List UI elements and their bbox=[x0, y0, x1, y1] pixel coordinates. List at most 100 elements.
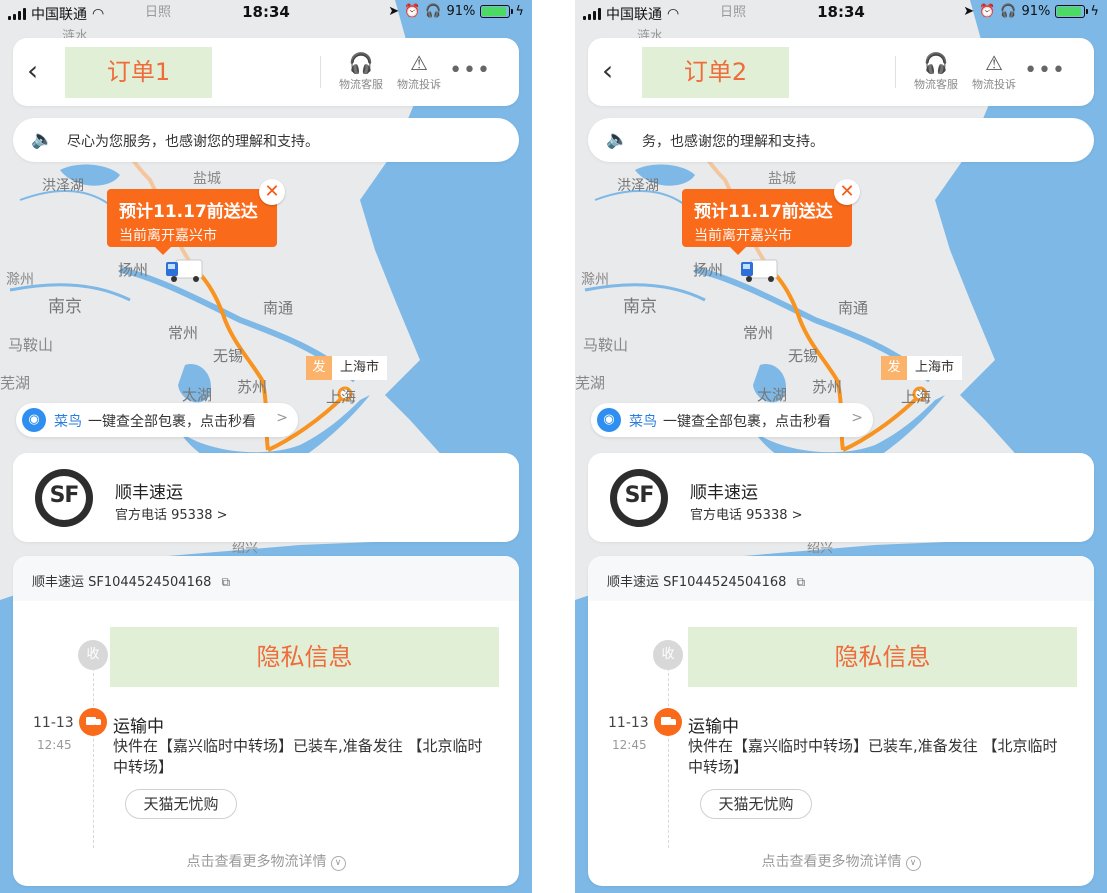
page-title: 订单1 bbox=[65, 47, 212, 98]
eta-date: 预计11.17前送达 bbox=[694, 202, 833, 222]
chevron-left-icon: ‹ bbox=[27, 54, 39, 87]
map-label-wuxi: 无锡 bbox=[213, 348, 243, 365]
cainiao-text: 一键查全部包裹，点击秒看 bbox=[663, 414, 831, 430]
event-status: 运输中 bbox=[688, 717, 739, 737]
map-label-hongzehu: 洪泽湖 bbox=[617, 177, 659, 193]
courier-phone-link[interactable]: 官方电话 95338 > bbox=[690, 504, 803, 523]
phone-screen-order-2: 盐城 洪泽湖 扬州 滁州 南京 南通 常州 马鞍山 无锡 芜湖 太湖 苏州 上海… bbox=[575, 0, 1107, 893]
event-description: 快件在【嘉兴临时中转场】已装车,准备发往 【北京临时中转场】 bbox=[113, 737, 483, 776]
map-label-suzhou: 苏州 bbox=[812, 379, 842, 396]
map-label-suzhou: 苏州 bbox=[237, 379, 267, 396]
logistics-support-label: 物流客服 bbox=[339, 78, 383, 91]
cainiao-banner[interactable]: ◉ 菜鸟 一键查全部包裹，点击秒看 > bbox=[16, 403, 298, 437]
eta-location: 当前离开嘉兴市 bbox=[694, 228, 792, 244]
cainiao-logo-icon: ◉ bbox=[22, 408, 46, 432]
tracking-header: 顺丰速运 SF1044524504168 ⧉ bbox=[588, 556, 1094, 601]
headphones-icon: 🎧 bbox=[1000, 4, 1017, 19]
logistics-support-button[interactable]: 🎧 物流客服 bbox=[333, 50, 389, 92]
origin-city: 上海市 bbox=[907, 356, 963, 380]
logistics-complaint-button[interactable]: ⚠ 物流投诉 bbox=[391, 50, 447, 92]
logistics-complaint-label: 物流投诉 bbox=[397, 78, 441, 91]
status-bar: 中国联通 ◠ 18:34 ➤ ⏰ 🎧 91% ϟ bbox=[575, 0, 1107, 26]
map-label-maanshan: 马鞍山 bbox=[8, 337, 53, 354]
copy-icon[interactable]: ⧉ bbox=[222, 575, 231, 590]
eta-date: 预计11.17前送达 bbox=[119, 202, 258, 222]
map-label-maanshan: 马鞍山 bbox=[583, 337, 628, 354]
tracking-number: 顺丰速运 SF1044524504168 bbox=[607, 575, 787, 590]
map-label-nantong: 南通 bbox=[263, 300, 293, 317]
notice-text: 务，也感谢您的理解和支持。 bbox=[642, 134, 824, 150]
event-time: 12:45 bbox=[37, 738, 72, 752]
chevron-down-icon: ∨ bbox=[330, 856, 346, 871]
map-label-changzhou: 常州 bbox=[743, 325, 773, 342]
header-bar: ‹ 订单1 🎧 物流客服 ⚠ 物流投诉 ••• bbox=[13, 38, 519, 106]
more-button[interactable]: ••• bbox=[449, 58, 491, 83]
battery-icon bbox=[480, 5, 514, 18]
courier-card[interactable]: SF 顺丰速运 官方电话 95338 > bbox=[13, 453, 519, 542]
event-status: 运输中 bbox=[113, 717, 164, 737]
header-divider bbox=[320, 56, 321, 88]
event-date: 11-13 bbox=[33, 715, 74, 731]
more-logistics-link[interactable]: 点击查看更多物流详情 ∨ bbox=[588, 851, 1094, 871]
delivery-truck-icon bbox=[741, 259, 778, 282]
logistics-complaint-label: 物流投诉 bbox=[972, 78, 1016, 91]
cainiao-logo-icon: ◉ bbox=[597, 408, 621, 432]
tracking-number: 顺丰速运 SF1044524504168 bbox=[32, 575, 212, 590]
more-logistics-link[interactable]: 点击查看更多物流详情 ∨ bbox=[13, 851, 519, 871]
eta-popup: 预计11.17前送达 当前离开嘉兴市 bbox=[107, 189, 277, 255]
map-label-shanghai: 上海 bbox=[326, 389, 356, 406]
received-dot: 收 bbox=[653, 640, 683, 670]
battery-percent: 91% bbox=[1021, 4, 1051, 19]
logistics-support-button[interactable]: 🎧 物流客服 bbox=[908, 50, 964, 92]
logistics-complaint-button[interactable]: ⚠ 物流投诉 bbox=[966, 50, 1022, 92]
tmall-worry-free-tag[interactable]: 天猫无忧购 bbox=[125, 789, 237, 819]
tracking-card: 顺丰速运 SF1044524504168 ⧉ 收 隐私信息 11-13 12:4… bbox=[13, 556, 519, 886]
origin-marker[interactable]: 发 上海市 bbox=[306, 356, 388, 380]
back-button[interactable]: ‹ bbox=[602, 56, 626, 88]
map-label-shanghai: 上海 bbox=[901, 389, 931, 406]
privacy-info-box: 隐私信息 bbox=[688, 627, 1077, 687]
received-dot: 收 bbox=[78, 640, 108, 670]
battery-percent: 91% bbox=[446, 4, 476, 19]
map-label-changzhou: 常州 bbox=[168, 325, 198, 342]
map-label-nanjing: 南京 bbox=[48, 297, 82, 316]
courier-phone-link[interactable]: 官方电话 95338 > bbox=[115, 504, 228, 523]
notice-bar[interactable]: 🔈 尽心为您服务，也感谢您的理解和支持。 bbox=[13, 118, 519, 162]
notice-text: 尽心为您服务，也感谢您的理解和支持。 bbox=[67, 134, 319, 150]
headset-icon: 🎧 bbox=[348, 51, 374, 75]
chevron-right-icon: > bbox=[276, 410, 288, 426]
cainiao-brand: 菜鸟 bbox=[629, 414, 657, 430]
header-bar: ‹ 订单2 🎧 物流客服 ⚠ 物流投诉 ••• bbox=[588, 38, 1094, 106]
origin-marker[interactable]: 发 上海市 bbox=[881, 356, 963, 380]
map-label-chuzhou: 滁州 bbox=[6, 271, 34, 287]
comparison-stage: 盐城 洪泽湖 扬州 滁州 南京 南通 常州 马鞍山 无锡 芜湖 太湖 苏州 上海… bbox=[0, 0, 1107, 893]
status-bar: 中国联通 ◠ 18:34 ➤ ⏰ 🎧 91% ϟ bbox=[0, 0, 532, 26]
location-arrow-icon: ➤ bbox=[388, 4, 400, 19]
more-logistics-label: 点击查看更多物流详情 bbox=[761, 854, 902, 870]
map-label-chuzhou: 滁州 bbox=[581, 271, 609, 287]
eta-location: 当前离开嘉兴市 bbox=[119, 228, 217, 244]
tmall-worry-free-tag[interactable]: 天猫无忧购 bbox=[700, 789, 812, 819]
cainiao-banner[interactable]: ◉ 菜鸟 一键查全部包裹，点击秒看 > bbox=[591, 403, 873, 437]
speaker-icon: 🔈 bbox=[31, 129, 54, 150]
map-label-hongzehu: 洪泽湖 bbox=[42, 177, 84, 193]
sf-logo-text: SF bbox=[624, 483, 655, 508]
map-label-yancheng: 盐城 bbox=[768, 170, 796, 186]
timeline-line bbox=[668, 668, 669, 848]
eta-close-button[interactable]: ✕ bbox=[834, 179, 860, 205]
back-button[interactable]: ‹ bbox=[27, 56, 51, 88]
logistics-support-label: 物流客服 bbox=[914, 78, 958, 91]
more-logistics-label: 点击查看更多物流详情 bbox=[186, 854, 327, 870]
phone-screen-order-1: 盐城 洪泽湖 扬州 滁州 南京 南通 常州 马鞍山 无锡 芜湖 太湖 苏州 上海… bbox=[0, 0, 532, 893]
map-label-taihu: 太湖 bbox=[182, 387, 212, 404]
copy-icon[interactable]: ⧉ bbox=[797, 575, 806, 590]
event-time: 12:45 bbox=[612, 738, 647, 752]
close-icon: ✕ bbox=[839, 181, 855, 202]
courier-card[interactable]: SF 顺丰速运 官方电话 95338 > bbox=[588, 453, 1094, 542]
notice-bar[interactable]: 🔈 务，也感谢您的理解和支持。 bbox=[588, 118, 1094, 162]
header-divider bbox=[895, 56, 896, 88]
warning-icon: ⚠ bbox=[985, 51, 1003, 75]
eta-close-button[interactable]: ✕ bbox=[259, 179, 285, 205]
more-button[interactable]: ••• bbox=[1024, 58, 1066, 83]
map-label-yancheng: 盐城 bbox=[193, 170, 221, 186]
